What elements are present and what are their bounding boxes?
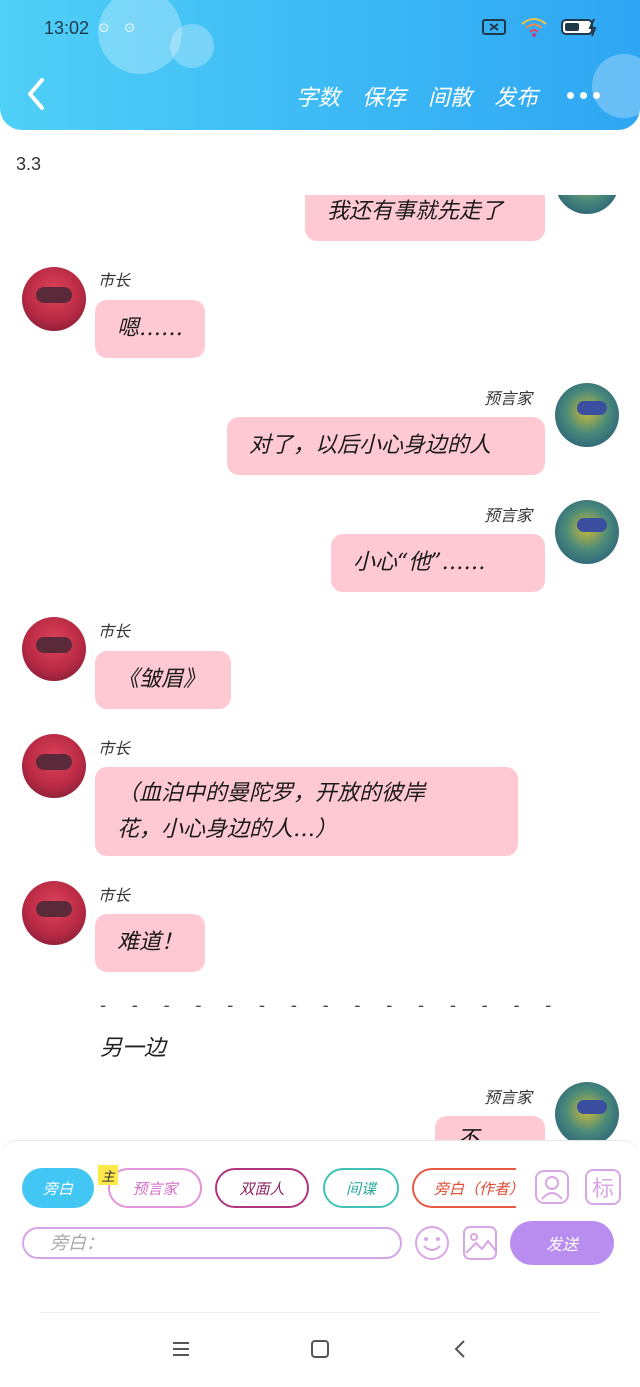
battery-icon — [561, 18, 597, 37]
send-button[interactable]: 发送 — [510, 1221, 614, 1265]
mark-label: 标 — [591, 1177, 614, 1202]
menu-icon[interactable] — [170, 1338, 192, 1360]
message-text-line-2: 花，小心身边的人…） — [117, 816, 338, 842]
speaker-name: 市长 — [98, 886, 131, 905]
top-actions: 字数 保存 间散 发布 — [296, 80, 538, 112]
avatar[interactable] — [555, 195, 619, 214]
lead-role-badge: 主 — [98, 1165, 118, 1185]
app-header: 13:02 ⊙⊙ 字数 保存 间散 发布 — [0, 0, 640, 130]
message-input[interactable] — [22, 1227, 402, 1259]
role-chip-prophet[interactable]: 预言家 — [108, 1168, 202, 1208]
message-bubble[interactable]: （血泊中的曼陀罗，开放的彼岸 花，小心身边的人…） — [95, 767, 518, 856]
decor-bubble — [592, 54, 640, 118]
speaker-name: 市长 — [98, 622, 131, 641]
role-chip-two-faced[interactable]: 双面人 — [215, 1168, 309, 1208]
home-icon[interactable] — [309, 1338, 331, 1360]
message-bubble[interactable]: 难道！ — [95, 914, 205, 972]
composer-panel: 旁白 预言家 主 双面人 间谍 旁白（作者） 标 发送 — [0, 1140, 640, 1312]
word-count-button[interactable]: 字数 — [296, 80, 340, 112]
message-bubble[interactable]: 我还有事就先走了 — [305, 195, 545, 241]
role-chip-author-narrator[interactable]: 旁白（作者） — [412, 1168, 516, 1208]
back-icon[interactable] — [20, 74, 52, 114]
role-manage-icon[interactable] — [534, 1169, 570, 1205]
scene-divider: - - - - - - - - - - - - - - - — [100, 995, 562, 1016]
speaker-name: 预言家 — [484, 506, 533, 525]
system-nav-bar — [0, 1312, 640, 1387]
emoji-icon[interactable] — [414, 1225, 450, 1261]
more-icon[interactable] — [567, 92, 600, 99]
speaker-name: 市长 — [98, 271, 131, 290]
message-text: 我还有事就先走了 — [327, 199, 504, 224]
avatar[interactable] — [22, 267, 86, 331]
avatar[interactable] — [555, 383, 619, 447]
wifi-icon — [521, 18, 547, 37]
message-bubble[interactable]: 小心“他”…… — [331, 534, 545, 592]
speaker-name: 市长 — [98, 739, 131, 758]
message-text-line-1: （血泊中的曼陀罗，开放的彼岸 — [117, 780, 426, 806]
message-bubble[interactable]: 《皱眉》 — [95, 651, 231, 709]
sim-off-icon — [482, 19, 506, 35]
narration-text: 另一边 — [100, 1036, 167, 1061]
status-time: 13:02 — [44, 18, 90, 38]
role-chip-spy[interactable]: 间谍 — [323, 1168, 399, 1208]
avatar[interactable] — [22, 734, 86, 798]
decor-bubble — [170, 24, 214, 68]
publish-button[interactable]: 发布 — [494, 80, 538, 112]
divider — [40, 1312, 600, 1313]
message-bubble[interactable]: 不要…… — [435, 1116, 545, 1140]
decor-bubble — [98, 0, 182, 74]
avatar[interactable] — [22, 881, 86, 945]
message-text: 嗯…… — [117, 316, 184, 341]
message-text: 《皱眉》 — [117, 667, 206, 692]
message-bubble[interactable]: 嗯…… — [95, 300, 205, 358]
chapter-label: 3.3 — [16, 154, 42, 174]
mark-button[interactable]: 标 — [585, 1169, 621, 1205]
status-icons — [480, 16, 600, 38]
message-bubble[interactable]: 对了，以后小心身边的人 — [227, 417, 545, 475]
avatar[interactable] — [555, 500, 619, 564]
role-chip-narrator[interactable]: 旁白 — [22, 1168, 94, 1208]
save-button[interactable]: 保存 — [362, 80, 406, 112]
back-nav-icon[interactable] — [450, 1338, 472, 1360]
avatar[interactable] — [22, 617, 86, 681]
spacing-button[interactable]: 间散 — [428, 80, 472, 112]
speaker-name: 预言家 — [484, 1088, 533, 1107]
notification-icons: ⊙⊙ — [98, 20, 150, 36]
image-icon[interactable] — [462, 1225, 498, 1261]
message-text: 难道！ — [117, 930, 184, 955]
message-text: 不要…… — [457, 1127, 480, 1140]
speaker-name: 预言家 — [484, 389, 533, 408]
message-text: 小心“他”…… — [353, 550, 486, 575]
message-text: 对了，以后小心身边的人 — [249, 433, 492, 458]
avatar[interactable] — [555, 1082, 619, 1140]
chat-area[interactable]: 我还有事就先走了 市长 嗯…… 预言家 对了，以后小心身边的人 预言家 小心“他… — [0, 195, 640, 1140]
